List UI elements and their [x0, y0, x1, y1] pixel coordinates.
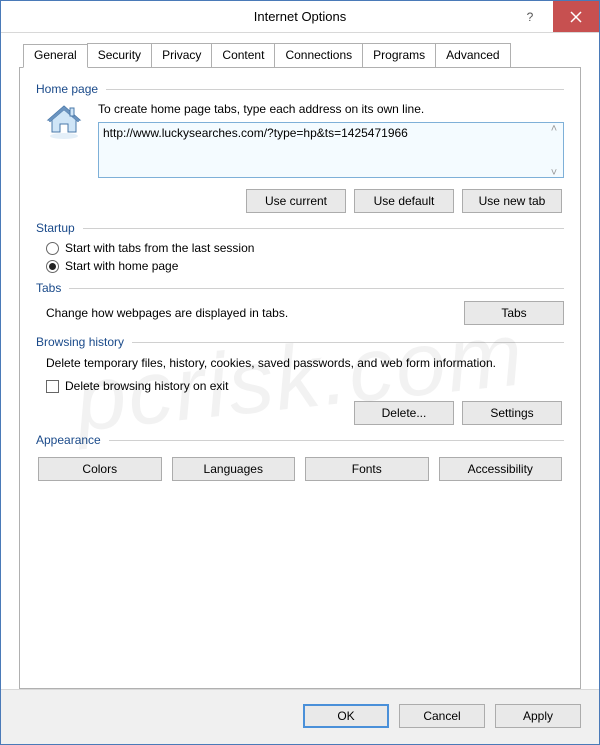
group-startup: Startup Start with tabs from the last se… [36, 221, 564, 273]
tabstrip: General Security Privacy Content Connect… [19, 43, 581, 67]
group-tabs: Tabs Change how webpages are displayed i… [36, 281, 564, 325]
radio-label: Start with tabs from the last session [65, 241, 254, 255]
tab-programs[interactable]: Programs [362, 43, 436, 67]
use-current-button[interactable]: Use current [246, 189, 346, 213]
group-title-appearance: Appearance [36, 433, 101, 447]
help-icon: ? [527, 10, 534, 24]
apply-button[interactable]: Apply [495, 704, 581, 728]
radio-icon [46, 242, 59, 255]
browsing-history-description: Delete temporary files, history, cookies… [36, 355, 564, 371]
tab-content[interactable]: Content [211, 43, 275, 67]
group-title-homepage: Home page [36, 82, 98, 96]
tab-security[interactable]: Security [87, 43, 152, 67]
close-button[interactable] [553, 1, 599, 32]
tab-advanced[interactable]: Advanced [435, 43, 510, 67]
group-title-startup: Startup [36, 221, 75, 235]
scroll-down-icon: ˅ [546, 168, 562, 179]
tabpage-general: pcrisk.com Home page [19, 67, 581, 689]
help-button[interactable]: ? [507, 1, 553, 32]
delete-on-exit-checkbox[interactable]: Delete browsing history on exit [36, 379, 564, 393]
internet-options-window: Internet Options ? General Security Priv… [0, 0, 600, 745]
tabs-description: Change how webpages are displayed in tab… [46, 306, 450, 320]
checkbox-label: Delete browsing history on exit [65, 379, 228, 393]
group-header: Home page [36, 82, 564, 96]
radio-icon [46, 260, 59, 273]
home-icon [40, 102, 88, 142]
scroll-up-icon: ˄ [546, 124, 562, 135]
use-default-button[interactable]: Use default [354, 189, 454, 213]
tab-connections[interactable]: Connections [274, 43, 363, 67]
radio-label: Start with home page [65, 259, 178, 273]
checkbox-icon [46, 380, 59, 393]
group-title-tabs: Tabs [36, 281, 61, 295]
languages-button[interactable]: Languages [172, 457, 296, 481]
group-divider [109, 440, 564, 441]
titlebar: Internet Options ? [1, 1, 599, 33]
tab-privacy[interactable]: Privacy [151, 43, 212, 67]
group-divider [83, 228, 564, 229]
startup-last-session-option[interactable]: Start with tabs from the last session [36, 241, 564, 255]
tabs-button[interactable]: Tabs [464, 301, 564, 325]
group-homepage: Home page To create home page tabs, type [36, 82, 564, 213]
tab-general[interactable]: General [23, 44, 88, 68]
delete-button[interactable]: Delete... [354, 401, 454, 425]
ok-button[interactable]: OK [303, 704, 389, 728]
group-title-browsing-history: Browsing history [36, 335, 124, 349]
group-divider [69, 288, 564, 289]
use-new-tab-button[interactable]: Use new tab [462, 189, 562, 213]
dialog-footer: OK Cancel Apply [1, 689, 599, 744]
titlebar-controls: ? [507, 1, 599, 32]
settings-button[interactable]: Settings [462, 401, 562, 425]
accessibility-button[interactable]: Accessibility [439, 457, 563, 481]
group-appearance: Appearance Colors Languages Fonts Access… [36, 433, 564, 481]
homepage-description: To create home page tabs, type each addr… [98, 102, 564, 116]
content-area: General Security Privacy Content Connect… [1, 33, 599, 689]
startup-home-page-option[interactable]: Start with home page [36, 259, 564, 273]
cancel-button[interactable]: Cancel [399, 704, 485, 728]
textarea-scrollbar[interactable]: ˄ ˅ [546, 124, 562, 179]
colors-button[interactable]: Colors [38, 457, 162, 481]
group-divider [106, 89, 564, 90]
group-browsing-history: Browsing history Delete temporary files,… [36, 335, 564, 425]
group-divider [132, 342, 564, 343]
homepage-input[interactable] [98, 122, 564, 178]
fonts-button[interactable]: Fonts [305, 457, 429, 481]
close-icon [570, 11, 582, 23]
